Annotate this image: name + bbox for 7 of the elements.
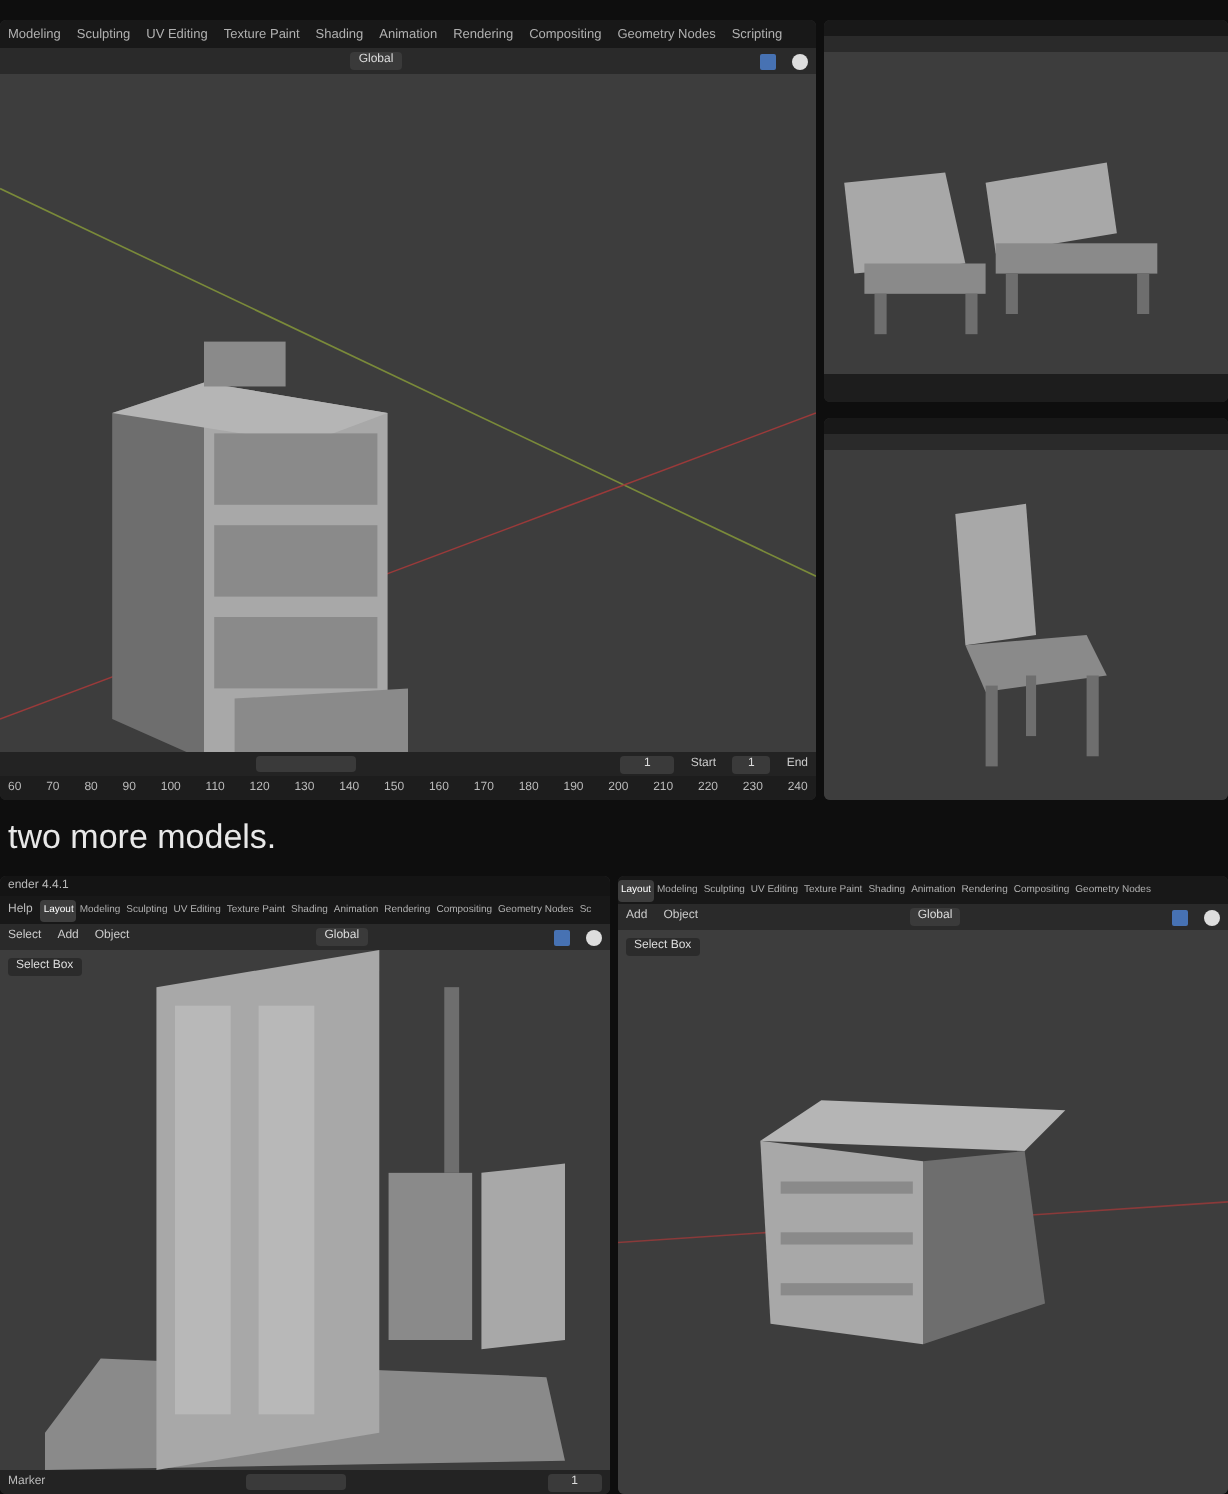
gizmo-icon[interactable] — [554, 929, 570, 945]
shading-icon[interactable] — [1204, 909, 1220, 925]
caption: two more models. — [8, 816, 277, 861]
shading-icon[interactable] — [792, 53, 808, 69]
gizmo-icon[interactable] — [1172, 909, 1188, 925]
gizmo-icon[interactable] — [760, 53, 776, 69]
shading-icon[interactable] — [586, 929, 602, 945]
